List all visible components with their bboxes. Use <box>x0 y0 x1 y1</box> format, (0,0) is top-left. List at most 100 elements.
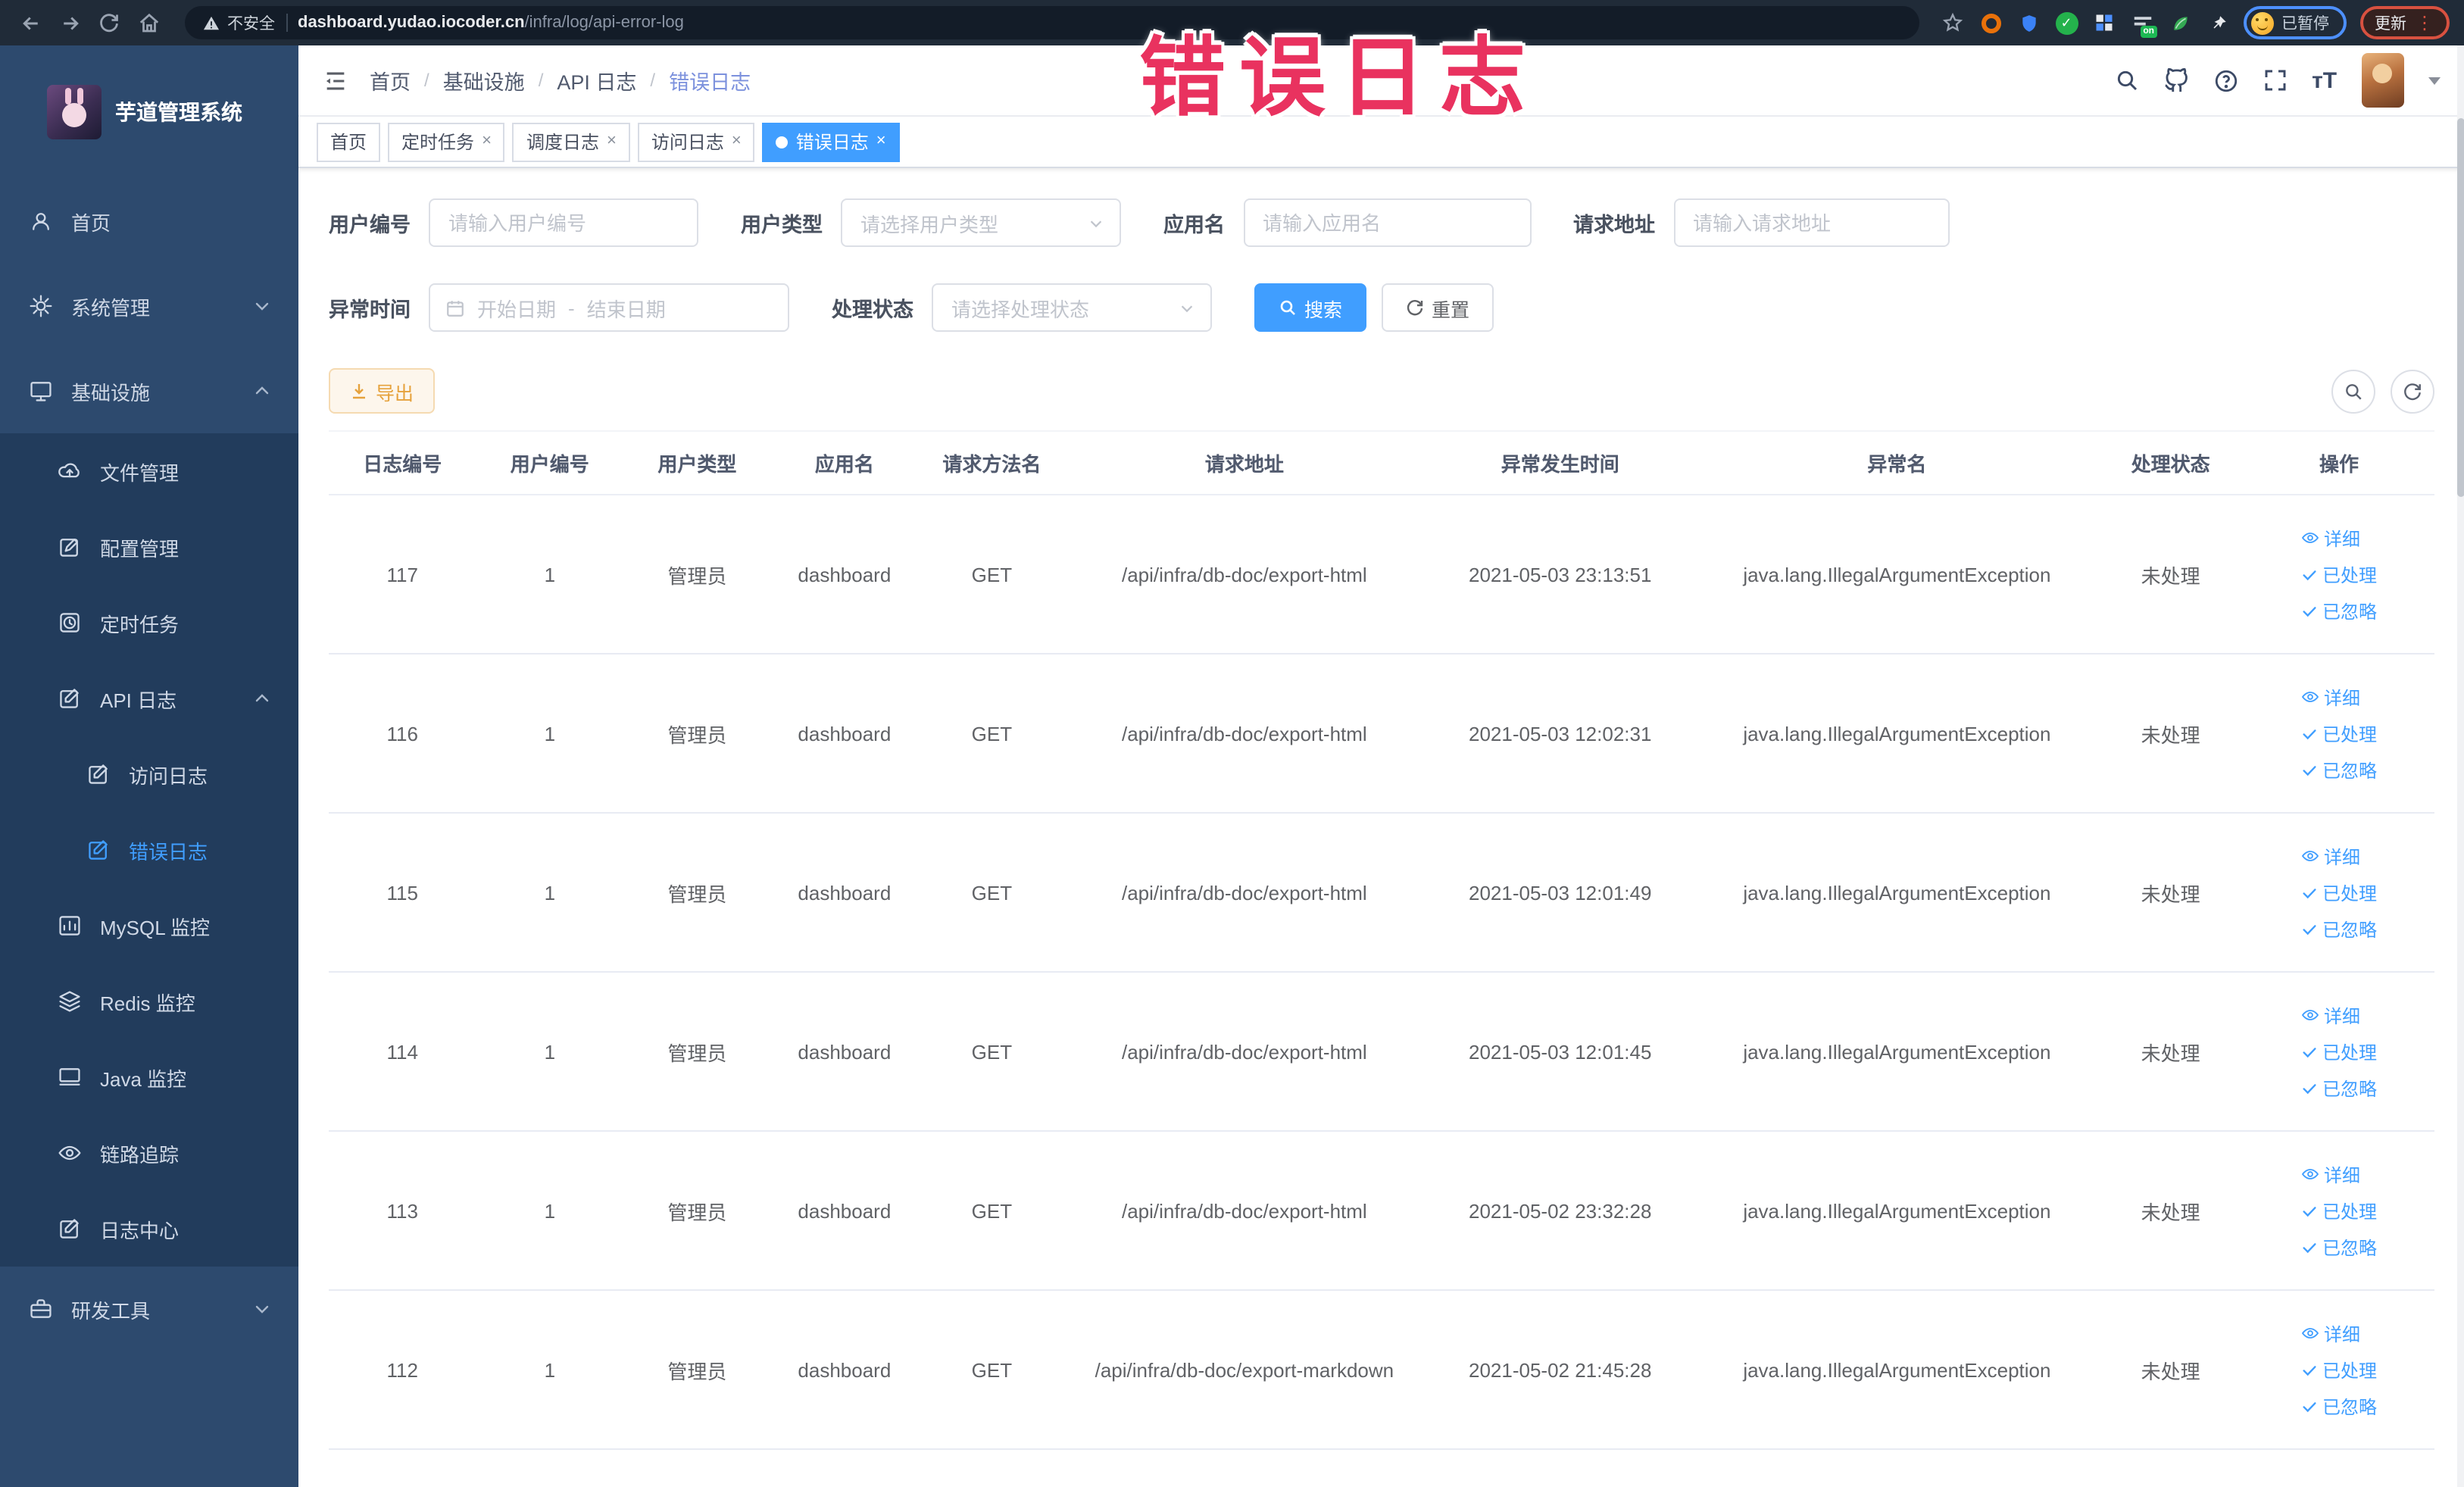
address-bar[interactable]: 不安全 dashboard.yudao.iocoder.cn/infra/log… <box>185 6 1919 39</box>
grid-extension-icon[interactable] <box>2092 11 2116 35</box>
pin-extension-icon[interactable] <box>2206 11 2230 35</box>
tab-访问日志[interactable]: 访问日志 × <box>637 122 755 161</box>
github-icon[interactable] <box>2163 67 2189 93</box>
user-id-input[interactable] <box>430 200 697 245</box>
page-url: dashboard.yudao.iocoder.cn/infra/log/api… <box>298 14 684 32</box>
cell-time: 2021-05-03 12:01:49 <box>1423 813 1697 973</box>
action-已忽略[interactable]: 已忽略 <box>2301 757 2377 783</box>
action-已忽略[interactable]: 已忽略 <box>2301 1393 2377 1419</box>
green-check-extension-icon[interactable]: ✓ <box>2054 11 2078 35</box>
action-已忽略[interactable]: 已忽略 <box>2301 1075 2377 1101</box>
back-icon[interactable] <box>15 8 45 38</box>
date-range-picker[interactable]: 开始日期 - 结束日期 <box>429 283 789 332</box>
sidebar-item-研发工具[interactable]: 研发工具 <box>0 1267 298 1351</box>
toggle-search-button[interactable] <box>2331 369 2375 413</box>
sidebar-item-MySQL-监控[interactable]: MySQL 监控 <box>0 888 298 964</box>
action-详细[interactable]: 详细 <box>2301 1320 2360 1346</box>
page-scrollbar-track[interactable] <box>2456 45 2464 1487</box>
close-tab-icon[interactable]: × <box>607 133 617 150</box>
sidebar-item-系统管理[interactable]: 系统管理 <box>0 264 298 348</box>
sidebar-item-文件管理[interactable]: 文件管理 <box>0 433 298 509</box>
home-icon[interactable] <box>133 8 164 38</box>
breadcrumb-item-基础设施[interactable]: 基础设施 <box>443 65 525 95</box>
cell-method: GET <box>918 1131 1066 1291</box>
sidebar-item-链路追踪[interactable]: 链路追踪 <box>0 1115 298 1191</box>
request-url-input[interactable] <box>1675 200 1947 245</box>
app-name-input[interactable] <box>1244 200 1529 245</box>
action-已处理[interactable]: 已处理 <box>2301 1198 2377 1223</box>
security-label: 不安全 <box>227 14 275 33</box>
chrome-update-button[interactable]: 更新 ⋮ <box>2359 6 2449 39</box>
cell-exception: java.lang.IllegalArgumentException <box>1697 813 2097 973</box>
browser-menu-kebab-icon[interactable]: ⋮ <box>2416 14 2434 32</box>
cell-user_id: 1 <box>476 495 624 654</box>
chevron-down-icon <box>1088 214 1104 231</box>
sidebar-item-首页[interactable]: 首页 <box>0 179 298 264</box>
action-已处理[interactable]: 已处理 <box>2301 720 2377 746</box>
sidebar-item-定时任务[interactable]: 定时任务 <box>0 585 298 661</box>
forward-icon[interactable] <box>55 8 85 38</box>
action-已处理[interactable]: 已处理 <box>2301 1357 2377 1382</box>
column-header-日志编号: 日志编号 <box>329 430 476 495</box>
cell-method: GET <box>918 495 1066 654</box>
action-详细[interactable]: 详细 <box>2301 1161 2360 1187</box>
header-actions: ᴛT <box>2115 53 2441 108</box>
bookmark-star-icon[interactable] <box>1941 11 1965 35</box>
sidebar-item-日志中心[interactable]: 日志中心 <box>0 1191 298 1267</box>
tab-label: 定时任务 <box>401 132 475 153</box>
user-menu-caret-icon[interactable] <box>2428 77 2441 84</box>
user-type-select[interactable]: 请选择用户类型 <box>841 198 1121 247</box>
orange-donut-extension-icon[interactable] <box>1978 11 2003 35</box>
action-已忽略[interactable]: 已忽略 <box>2301 1234 2377 1260</box>
sidebar-item-Redis-监控[interactable]: Redis 监控 <box>0 964 298 1039</box>
font-size-icon[interactable]: ᴛT <box>2312 67 2337 93</box>
action-已忽略[interactable]: 已忽略 <box>2301 598 2377 623</box>
cell-actions: 详细 已处理 已忽略 <box>2244 1290 2434 1450</box>
sidebar-item-访问日志[interactable]: 访问日志 <box>0 736 298 812</box>
action-详细[interactable]: 详细 <box>2301 525 2360 551</box>
blue-shield-extension-icon[interactable] <box>2016 11 2041 35</box>
page-scrollbar-thumb[interactable] <box>2456 118 2464 497</box>
action-详细[interactable]: 详细 <box>2301 1002 2360 1028</box>
on-badge-extension-icon[interactable]: on <box>2130 11 2157 38</box>
refresh-table-button[interactable] <box>2390 369 2434 413</box>
tab-错误日志[interactable]: 错误日志 × <box>762 122 900 161</box>
action-已处理[interactable]: 已处理 <box>2301 561 2377 587</box>
help-icon[interactable] <box>2213 67 2239 93</box>
action-已处理[interactable]: 已处理 <box>2301 1039 2377 1064</box>
cell-url: /api/infra/db-doc/export-markdown <box>1065 1290 1424 1450</box>
sidebar-item-配置管理[interactable]: 配置管理 <box>0 509 298 585</box>
search-button[interactable]: 搜索 <box>1254 283 1367 332</box>
close-tab-icon[interactable]: × <box>876 133 886 150</box>
reload-icon[interactable] <box>94 8 124 38</box>
export-button[interactable]: 导出 <box>329 368 436 414</box>
tab-首页[interactable]: 首页 <box>317 122 381 161</box>
app-logo-row[interactable]: 芋道管理系统 <box>0 45 298 179</box>
user-avatar[interactable] <box>2361 53 2404 108</box>
fullscreen-icon[interactable] <box>2263 68 2288 92</box>
tab-调度日志[interactable]: 调度日志 × <box>512 122 630 161</box>
profile-paused-chip[interactable]: 已暂停 <box>2244 6 2346 39</box>
sidebar-item-错误日志[interactable]: 错误日志 <box>0 812 298 888</box>
sidebar-item-Java-监控[interactable]: Java 监控 <box>0 1039 298 1115</box>
action-详细[interactable]: 详细 <box>2301 843 2360 869</box>
process-status-select[interactable]: 请选择处理状态 <box>932 283 1212 332</box>
breadcrumb-item-首页[interactable]: 首页 <box>370 65 411 95</box>
sidebar-item-基础设施[interactable]: 基础设施 <box>0 348 298 433</box>
tab-定时任务[interactable]: 定时任务 × <box>388 122 505 161</box>
cell-user_type: 管理员 <box>623 972 771 1132</box>
breadcrumb: 首页 / 基础设施 / API 日志 / 错误日志 <box>370 65 751 95</box>
search-icon[interactable] <box>2115 68 2139 92</box>
leaf-extension-icon[interactable] <box>2168 11 2192 35</box>
action-详细[interactable]: 详细 <box>2301 684 2360 710</box>
action-已忽略[interactable]: 已忽略 <box>2301 916 2377 942</box>
reset-button[interactable]: 重置 <box>1382 283 1494 332</box>
end-date-placeholder: 结束日期 <box>586 298 666 320</box>
close-tab-icon[interactable]: × <box>482 133 492 150</box>
close-tab-icon[interactable]: × <box>732 133 742 150</box>
sidebar-item-API-日志[interactable]: API 日志 <box>0 661 298 736</box>
action-已处理[interactable]: 已处理 <box>2301 879 2377 905</box>
sidebar-collapse-icon[interactable] <box>323 67 348 93</box>
security-warning[interactable]: 不安全 <box>203 11 275 34</box>
breadcrumb-item-API-日志[interactable]: API 日志 <box>557 65 636 95</box>
